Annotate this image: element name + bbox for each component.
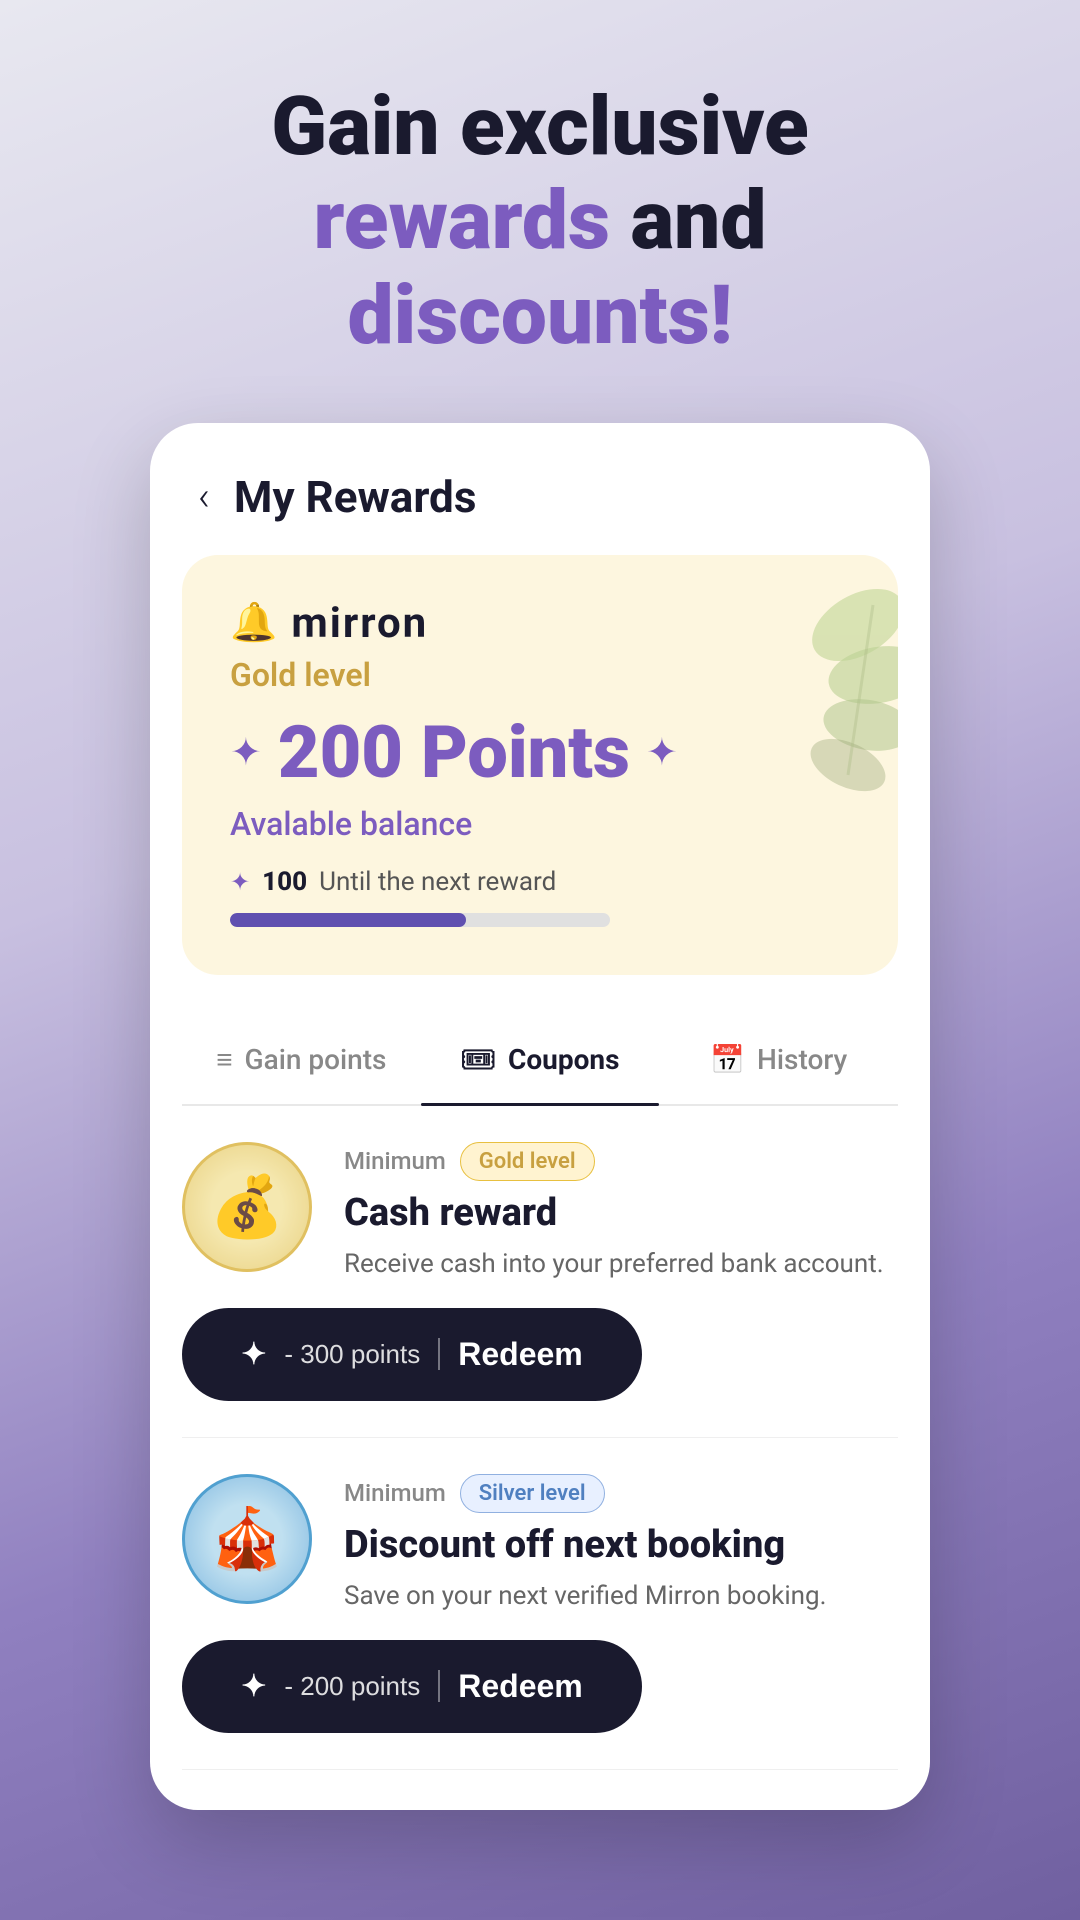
- coupon-title-cash: Cash reward: [344, 1191, 898, 1235]
- hero-title: Gain exclusive rewards and discounts!: [271, 80, 808, 363]
- back-button[interactable]: ‹: [198, 473, 210, 520]
- coupon-item-cash: 💰 Minimum Gold level Cash reward Receive…: [182, 1106, 898, 1438]
- level-badge-gold: Gold level: [460, 1142, 595, 1181]
- progress-track: [230, 913, 610, 927]
- redeem-label-2: Redeem: [458, 1668, 583, 1705]
- tab-history-label: History: [757, 1043, 847, 1076]
- redeem-label: Redeem: [458, 1336, 583, 1373]
- page-title: My Rewards: [234, 471, 477, 523]
- divider-2: [438, 1670, 440, 1702]
- points-value: 200 Points: [278, 710, 630, 795]
- coupon-header-cash: 💰 Minimum Gold level Cash reward Receive…: [182, 1142, 898, 1284]
- rewards-card: 🔔 mirron Gold level ✦ 200 Points ✦ Avala…: [182, 555, 898, 975]
- redeem-button-cash[interactable]: ✦ - 300 points Redeem: [182, 1308, 642, 1401]
- progress-fill: [230, 913, 466, 927]
- coupon-image-discount: 🎪: [182, 1474, 312, 1604]
- tab-history[interactable]: 📅 History: [659, 1015, 898, 1104]
- coupon-title-discount: Discount off next booking: [344, 1523, 898, 1567]
- brand-name: mirron: [291, 599, 428, 648]
- coupon-list: 💰 Minimum Gold level Cash reward Receive…: [150, 1106, 930, 1770]
- tab-gain-points-label: Gain points: [245, 1043, 387, 1076]
- minimum-label-discount: Minimum: [344, 1479, 446, 1507]
- divider: [438, 1338, 440, 1370]
- tab-coupons[interactable]: 🎟 Coupons: [421, 1015, 660, 1104]
- coupon-desc-cash: Receive cash into your preferred bank ac…: [344, 1245, 898, 1284]
- minimum-row-discount: Minimum Silver level: [344, 1474, 898, 1513]
- tabs-bar: ≡ Gain points 🎟 Coupons 📅 History: [182, 1015, 898, 1106]
- redeem-points-cost: - 300 points: [284, 1339, 420, 1370]
- minimum-label-cash: Minimum: [344, 1147, 446, 1175]
- coupon-header-discount: 🎪 Minimum Silver level Discount off next…: [182, 1474, 898, 1616]
- level-badge-silver: Silver level: [460, 1474, 605, 1513]
- coupon-info-cash: Minimum Gold level Cash reward Receive c…: [344, 1142, 898, 1284]
- available-label: Avalable balance: [230, 805, 850, 843]
- page-header: ‹ My Rewards: [150, 423, 930, 555]
- next-reward-text: Until the next reward: [319, 867, 556, 897]
- sparkle-right: ✦: [646, 730, 678, 775]
- leaf-decoration: [718, 565, 898, 805]
- sparkle-small: ✦: [230, 868, 250, 896]
- coupons-icon: 🎟: [461, 1043, 497, 1076]
- brand-icon: 🔔: [230, 601, 277, 645]
- tab-coupons-label: Coupons: [508, 1043, 619, 1076]
- next-reward-row: ✦ 100 Until the next reward: [230, 867, 850, 897]
- gain-points-icon: ≡: [216, 1043, 232, 1076]
- coupon-item-discount: 🎪 Minimum Silver level Discount off next…: [182, 1438, 898, 1770]
- coupon-info-discount: Minimum Silver level Discount off next b…: [344, 1474, 898, 1616]
- phone-card: ‹ My Rewards 🔔 mirron Gold level ✦ 200 P…: [150, 423, 930, 1810]
- minimum-row-cash: Minimum Gold level: [344, 1142, 898, 1181]
- coupon-image-cash: 💰: [182, 1142, 312, 1272]
- tab-gain-points[interactable]: ≡ Gain points: [182, 1015, 421, 1104]
- sparkle-left: ✦: [230, 730, 262, 775]
- history-icon: 📅: [710, 1043, 745, 1076]
- coupon-desc-discount: Save on your next verified Mirron bookin…: [344, 1577, 898, 1616]
- next-reward-number: 100: [262, 867, 307, 897]
- redeem-points-cost-2: - 200 points: [284, 1671, 420, 1702]
- redeem-sparkle-icon-2: ✦: [241, 1669, 266, 1704]
- redeem-sparkle-icon: ✦: [241, 1337, 266, 1372]
- hero-section: Gain exclusive rewards and discounts!: [211, 80, 868, 363]
- redeem-button-discount[interactable]: ✦ - 200 points Redeem: [182, 1640, 642, 1733]
